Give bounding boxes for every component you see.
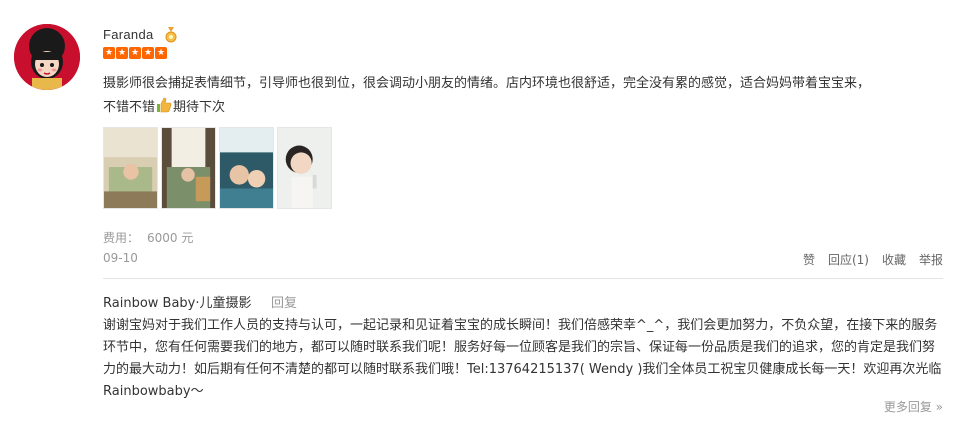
star-icon: ★	[129, 47, 141, 59]
vip-medal-icon	[165, 27, 177, 43]
review-actions: 赞 回应(1) 收藏 举报	[803, 251, 943, 268]
merchant-reply-name: Rainbow Baby·儿童摄影	[103, 296, 252, 311]
user-avatar[interactable]	[14, 24, 80, 90]
review-fee: 费用： 6000 元	[103, 229, 193, 246]
star-icon: ★	[116, 47, 128, 59]
star-icon: ★	[142, 47, 154, 59]
review-text-part1: 不错不错	[103, 100, 156, 115]
rating-stars: ★ ★ ★ ★ ★	[103, 47, 167, 59]
thumbs-up-icon	[157, 97, 172, 113]
review-text-part2: 期待下次	[173, 100, 226, 115]
review-text-line1: 摄影师很会捕捉表情细节，引导师也很到位，很会调动小朋友的情绪。店内环境也很舒适，…	[103, 76, 871, 91]
favorite-button[interactable]: 收藏	[882, 251, 906, 268]
review-content: 摄影师很会捕捉表情细节，引导师也很到位，很会调动小朋友的情绪。店内环境也很舒适，…	[103, 72, 943, 120]
like-button[interactable]: 赞	[803, 251, 815, 268]
review-photo-thumbnail[interactable]	[277, 127, 332, 209]
reply-count-button[interactable]: 回应(1)	[828, 251, 869, 268]
star-icon: ★	[103, 47, 115, 59]
more-replies-link[interactable]: 更多回复 »	[884, 398, 943, 415]
divider	[103, 278, 943, 279]
merchant-reply-button[interactable]: 回复	[271, 292, 297, 311]
report-button[interactable]: 举报	[919, 251, 943, 268]
review-username[interactable]: Faranda	[103, 27, 154, 42]
review-photo-thumbnail[interactable]	[219, 127, 274, 209]
review-date: 09-10	[103, 251, 138, 265]
review-photos	[103, 127, 332, 209]
merchant-reply-text: 谢谢宝妈对于我们工作人员的支持与认可，一起记录和见证着宝宝的成长瞬间！我们倍感荣…	[103, 318, 942, 399]
review-photo-thumbnail[interactable]	[103, 127, 158, 209]
fee-value: 6000 元	[147, 231, 194, 245]
review-photo-thumbnail[interactable]	[161, 127, 216, 209]
fee-label: 费用：	[103, 231, 140, 245]
review-text-line2: 不错不错 期待下次	[103, 96, 943, 120]
star-icon: ★	[155, 47, 167, 59]
